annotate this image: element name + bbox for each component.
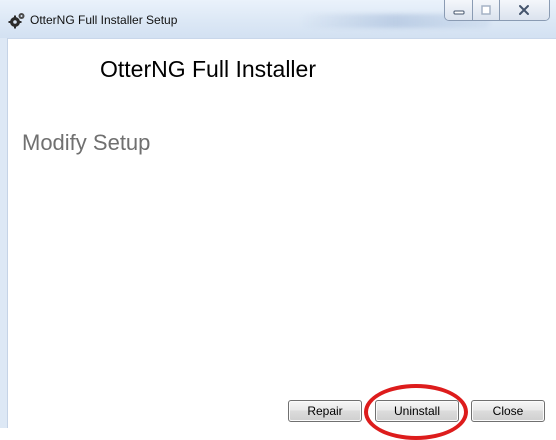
title-bar[interactable]: OtterNG Full Installer Setup	[0, 0, 556, 39]
installer-gear-icon	[8, 11, 26, 29]
close-window-button[interactable]	[499, 0, 549, 20]
maximize-button[interactable]	[473, 0, 500, 20]
product-title: OtterNG Full Installer	[100, 56, 316, 82]
window-controls	[444, 0, 550, 21]
repair-button[interactable]: Repair	[288, 400, 362, 422]
uninstall-button[interactable]: Uninstall	[375, 400, 459, 422]
close-icon	[519, 5, 530, 15]
installer-content	[8, 39, 556, 428]
section-title: Modify Setup	[22, 130, 151, 155]
minimize-icon	[453, 10, 465, 15]
maximize-icon	[481, 5, 491, 15]
window-title: OtterNG Full Installer Setup	[30, 13, 178, 27]
close-button[interactable]: Close	[471, 400, 545, 422]
minimize-button[interactable]	[445, 0, 474, 20]
window-frame-left	[0, 38, 8, 428]
